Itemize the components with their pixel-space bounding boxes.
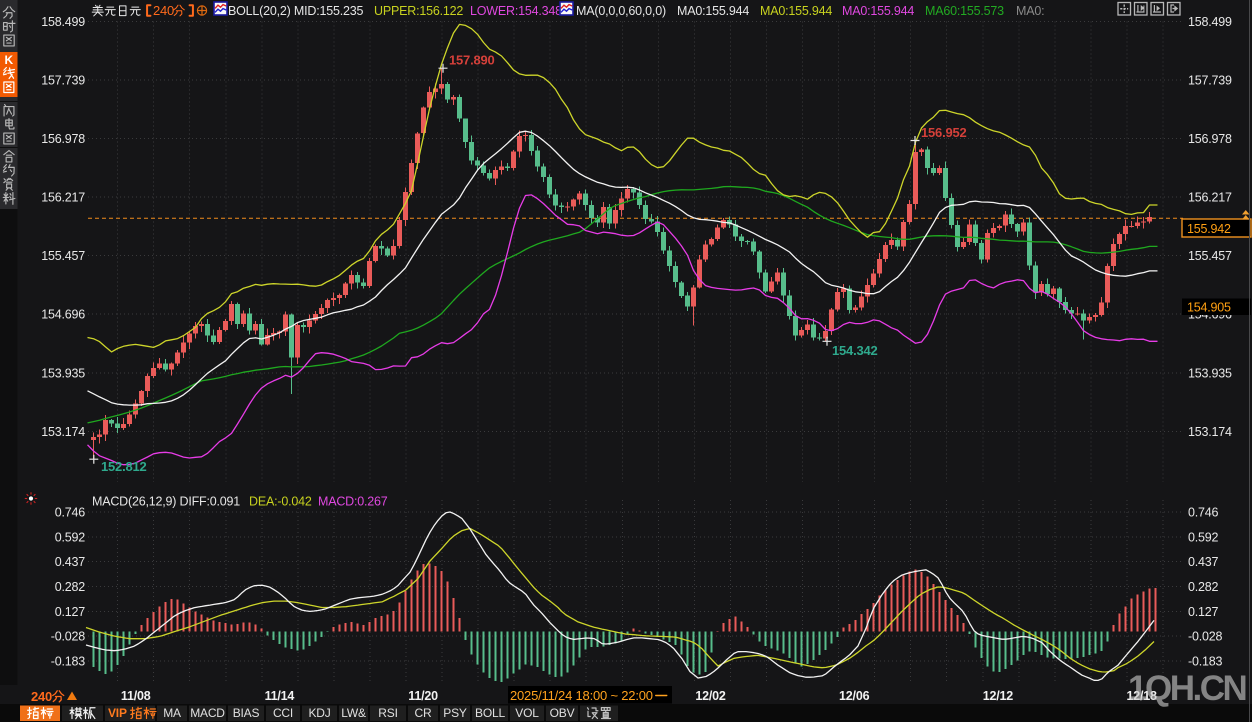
- svg-text:-0.183: -0.183: [51, 655, 85, 669]
- svg-text:-0.183: -0.183: [1188, 655, 1222, 669]
- svg-text:12/06: 12/06: [839, 689, 870, 703]
- svg-text:0.592: 0.592: [55, 530, 86, 544]
- svg-text:0.437: 0.437: [55, 555, 86, 569]
- svg-text:156.217: 156.217: [1188, 191, 1232, 205]
- svg-text:152.812: 152.812: [101, 459, 147, 474]
- svg-text:LW&: LW&: [341, 706, 366, 720]
- svg-text:154.342: 154.342: [832, 343, 878, 358]
- svg-text:DEA:-0.042: DEA:-0.042: [249, 495, 312, 509]
- svg-text:154.696: 154.696: [41, 308, 85, 322]
- svg-text:1QH.CN: 1QH.CN: [1128, 669, 1245, 708]
- svg-text:155.942: 155.942: [1187, 222, 1231, 236]
- svg-text:BOLL: BOLL: [475, 706, 505, 720]
- svg-text:0.437: 0.437: [1188, 555, 1219, 569]
- svg-text:0.127: 0.127: [55, 605, 86, 619]
- svg-text:157.890: 157.890: [449, 53, 495, 68]
- svg-text:0.282: 0.282: [55, 580, 86, 594]
- svg-text:BOLL(20,2) MID:155.235: BOLL(20,2) MID:155.235: [228, 4, 364, 18]
- svg-text:VIP: VIP: [108, 706, 127, 720]
- svg-text:158.499: 158.499: [1188, 15, 1232, 29]
- svg-text:MA0:155.944: MA0:155.944: [677, 4, 749, 18]
- svg-text:MA0:155.944: MA0:155.944: [760, 4, 832, 18]
- svg-text:CCI: CCI: [273, 706, 293, 720]
- svg-text:153.935: 153.935: [1188, 366, 1232, 380]
- svg-text:155.457: 155.457: [41, 249, 85, 263]
- svg-text:240: 240: [31, 689, 52, 704]
- svg-text:156.952: 156.952: [921, 125, 967, 140]
- svg-text:155.457: 155.457: [1188, 249, 1232, 263]
- svg-text:12/12: 12/12: [983, 689, 1014, 703]
- svg-text:11/20: 11/20: [408, 689, 438, 703]
- svg-text:MACD: MACD: [190, 706, 225, 720]
- svg-text:OBV: OBV: [550, 706, 575, 720]
- svg-text:156.217: 156.217: [41, 191, 85, 205]
- svg-text:0.127: 0.127: [1188, 605, 1219, 619]
- svg-text:BIAS: BIAS: [233, 706, 260, 720]
- svg-text:MA60:155.573: MA60:155.573: [925, 4, 1004, 18]
- svg-text:156.978: 156.978: [1188, 132, 1232, 146]
- svg-text:158.499: 158.499: [41, 15, 85, 29]
- svg-text:MACD(26,12,9) DIFF:0.091: MACD(26,12,9) DIFF:0.091: [92, 495, 240, 509]
- svg-text:0.282: 0.282: [1188, 580, 1219, 594]
- svg-text:-0.028: -0.028: [1188, 630, 1222, 644]
- svg-text:0.746: 0.746: [1188, 506, 1219, 520]
- svg-text:VOL: VOL: [515, 706, 539, 720]
- svg-text:156.978: 156.978: [41, 132, 85, 146]
- svg-text:KDJ: KDJ: [308, 706, 330, 720]
- svg-text:-0.028: -0.028: [51, 630, 85, 644]
- svg-text:LOWER:154.348: LOWER:154.348: [470, 4, 562, 18]
- svg-text:CR: CR: [415, 706, 432, 720]
- svg-text:MA0:: MA0:: [1016, 4, 1044, 18]
- svg-text:157.739: 157.739: [41, 74, 85, 88]
- svg-text:11/08: 11/08: [121, 689, 151, 703]
- svg-text:0.592: 0.592: [1188, 530, 1219, 544]
- svg-text:154.905: 154.905: [1187, 301, 1231, 315]
- svg-text:MA: MA: [163, 706, 181, 720]
- svg-text:UPPER:156.122: UPPER:156.122: [374, 4, 463, 18]
- svg-text:MA0:155.944: MA0:155.944: [842, 4, 914, 18]
- svg-text:12/02: 12/02: [695, 689, 726, 703]
- svg-text:MA(0,0,0,60,0,0): MA(0,0,0,60,0,0): [576, 4, 666, 18]
- svg-text:157.739: 157.739: [1188, 74, 1232, 88]
- svg-text:0.746: 0.746: [55, 506, 86, 520]
- svg-text:PSY: PSY: [443, 706, 467, 720]
- svg-text:MACD:0.267: MACD:0.267: [318, 495, 388, 509]
- svg-text:153.935: 153.935: [41, 366, 85, 380]
- svg-text:2025/11/24 18:00 ~ 22:00: 2025/11/24 18:00 ~ 22:00: [510, 688, 653, 703]
- svg-text:153.174: 153.174: [1188, 425, 1232, 439]
- svg-text:11/14: 11/14: [265, 689, 295, 703]
- svg-text:153.174: 153.174: [41, 425, 85, 439]
- svg-text:240: 240: [153, 3, 174, 18]
- svg-text:K: K: [4, 53, 13, 67]
- svg-text:RSI: RSI: [378, 706, 397, 720]
